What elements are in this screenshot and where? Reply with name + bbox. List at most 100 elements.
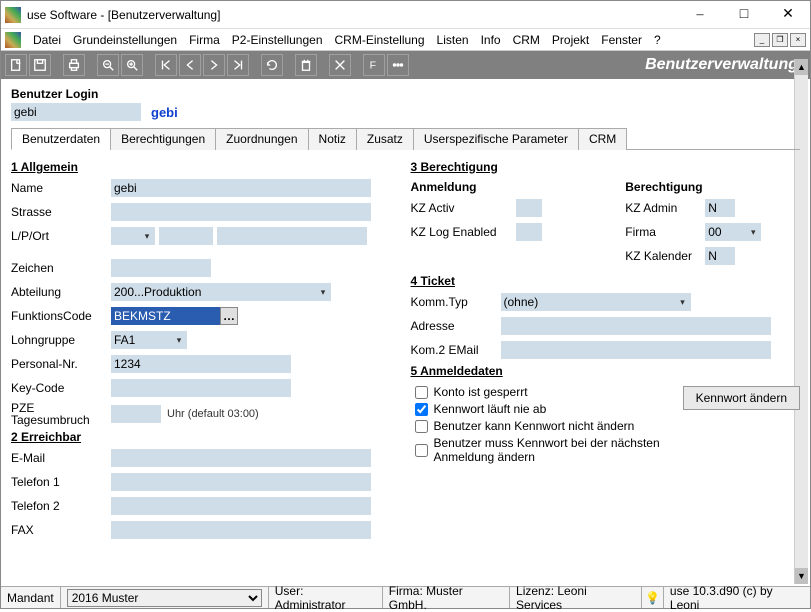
menu-p2[interactable]: P2-Einstellungen	[226, 31, 329, 49]
menu-crm[interactable]: CRM	[507, 31, 546, 49]
toolbar-print-icon[interactable]	[63, 54, 85, 76]
group-ticket: 4 Ticket	[411, 274, 801, 288]
email-label: E-Mail	[11, 451, 111, 465]
pnr-input[interactable]	[111, 355, 291, 373]
kzactiv-label: KZ Activ	[411, 201, 516, 215]
firma-select[interactable]: ▾	[705, 223, 761, 241]
tab-notiz[interactable]: Notiz	[308, 128, 357, 150]
group-erreichbar: 2 Erreichbar	[11, 430, 401, 444]
ort-input[interactable]	[217, 227, 367, 245]
minimize-button[interactable]: –	[678, 1, 722, 29]
tab-zuordnungen[interactable]: Zuordnungen	[215, 128, 308, 150]
key-input[interactable]	[111, 379, 291, 397]
toolbar: F Benutzerverwaltung	[1, 51, 810, 79]
menu-grundeinstellungen[interactable]: Grundeinstellungen	[67, 31, 183, 49]
group-allgemein: 1 Allgemein	[11, 160, 401, 174]
menu-crmsetting[interactable]: CRM-Einstellung	[329, 31, 431, 49]
toolbar-prev-icon[interactable]	[179, 54, 201, 76]
lohn-label: Lohngruppe	[11, 333, 111, 347]
sub-anmeldung: Anmeldung	[411, 180, 586, 194]
komm-select[interactable]: ▾	[501, 293, 691, 311]
mandant-select[interactable]: 2016 Muster	[67, 589, 262, 607]
land-combo[interactable]: ▾	[111, 227, 155, 245]
funktion-picker-button[interactable]: …	[220, 307, 238, 325]
strasse-label: Strasse	[11, 205, 111, 219]
kzkal-label: KZ Kalender	[625, 249, 705, 263]
funktion-input[interactable]	[111, 307, 221, 325]
toolbar-first-icon[interactable]	[155, 54, 177, 76]
fax-input[interactable]	[111, 521, 371, 539]
toolbar-refresh-icon[interactable]	[261, 54, 283, 76]
kzactiv-input[interactable]	[516, 199, 542, 217]
toolbar-delete-icon[interactable]	[295, 54, 317, 76]
login-input[interactable]	[11, 103, 141, 121]
status-bulb-icon[interactable]: 💡	[642, 587, 664, 608]
tel2-input[interactable]	[111, 497, 371, 515]
chk-nieab[interactable]: Kennwort läuft nie ab	[415, 402, 673, 416]
mdi-restore-button[interactable]: ❐	[772, 33, 788, 47]
menu-listen[interactable]: Listen	[431, 31, 475, 49]
adresse-label: Adresse	[411, 319, 501, 333]
mdi-minimize-button[interactable]: _	[754, 33, 770, 47]
scroll-up-icon[interactable]: ▲	[795, 59, 808, 75]
tel1-input[interactable]	[111, 473, 371, 491]
menu-info[interactable]: Info	[475, 31, 507, 49]
email-input[interactable]	[111, 449, 371, 467]
chk-noandern[interactable]: Benutzer kann Kennwort nicht ändern	[415, 419, 673, 433]
tab-userparam[interactable]: Userspezifische Parameter	[413, 128, 579, 150]
close-button[interactable]: ✕	[766, 1, 810, 29]
kzlog-label: KZ Log Enabled	[411, 225, 516, 239]
lohn-select[interactable]: ▾	[111, 331, 187, 349]
toolbar-cancel-icon[interactable]	[329, 54, 351, 76]
group-anmeldedaten: 5 Anmeldedaten	[411, 364, 801, 378]
toolbar-next-icon[interactable]	[203, 54, 225, 76]
window-title: use Software - [Benutzerverwaltung]	[27, 8, 678, 22]
abteilung-select[interactable]: ▾	[111, 283, 331, 301]
kennwort-button[interactable]: Kennwort ändern	[683, 386, 800, 410]
name-input[interactable]	[111, 179, 371, 197]
tel1-label: Telefon 1	[11, 475, 111, 489]
funktion-label: FunktionsCode	[11, 309, 111, 323]
mdi-close-button[interactable]: ×	[790, 33, 806, 47]
toolbar-last-icon[interactable]	[227, 54, 249, 76]
toolbar-title: Benutzerverwaltung	[645, 56, 806, 74]
adresse-input[interactable]	[501, 317, 771, 335]
toolbar-zoomout-icon[interactable]	[97, 54, 119, 76]
menu-firma[interactable]: Firma	[183, 31, 226, 49]
kom2-input[interactable]	[501, 341, 771, 359]
kom2-label: Kom.2 EMail	[411, 343, 501, 357]
toolbar-new-icon[interactable]	[5, 54, 27, 76]
toolbar-zoomin-icon[interactable]	[121, 54, 143, 76]
kzlog-input[interactable]	[516, 223, 542, 241]
title-bar: use Software - [Benutzerverwaltung] – □ …	[1, 1, 810, 29]
lport-label: L/P/Ort	[11, 229, 111, 243]
maximize-button[interactable]: □	[722, 1, 766, 29]
chk-mussandern[interactable]: Benutzer muss Kennwort bei der nächsten …	[415, 436, 673, 464]
zeichen-input[interactable]	[111, 259, 211, 277]
pze-hint: Uhr (default 03:00)	[167, 408, 259, 420]
chk-gesperrt[interactable]: Konto ist gesperrt	[415, 385, 673, 399]
tab-crm[interactable]: CRM	[578, 128, 627, 150]
tab-berechtigungen[interactable]: Berechtigungen	[110, 128, 216, 150]
toolbar-save-icon[interactable]	[29, 54, 51, 76]
menu-projekt[interactable]: Projekt	[546, 31, 595, 49]
svg-text:F: F	[370, 60, 376, 72]
kzkal-input[interactable]	[705, 247, 735, 265]
menu-datei[interactable]: Datei	[27, 31, 67, 49]
pze-input[interactable]	[111, 405, 161, 423]
kzadmin-input[interactable]	[705, 199, 735, 217]
toolbar-filter-icon[interactable]: F	[363, 54, 385, 76]
status-firma: Firma: Muster GmbH.	[383, 587, 510, 608]
toolbar-more-icon[interactable]	[387, 54, 409, 76]
menu-fenster[interactable]: Fenster	[595, 31, 648, 49]
pnr-label: Personal-Nr.	[11, 357, 111, 371]
tab-zusatz[interactable]: Zusatz	[356, 128, 414, 150]
kzadmin-label: KZ Admin	[625, 201, 705, 215]
strasse-input[interactable]	[111, 203, 371, 221]
tab-strip: Benutzerdaten Berechtigungen Zuordnungen…	[11, 127, 800, 150]
plz-input[interactable]	[159, 227, 213, 245]
pze-label: PZE Tagesumbruch	[11, 402, 111, 426]
menu-help[interactable]: ?	[648, 31, 667, 49]
status-bar: Mandant 2016 Muster User: Administrator …	[1, 586, 810, 608]
tab-benutzerdaten[interactable]: Benutzerdaten	[11, 128, 111, 150]
